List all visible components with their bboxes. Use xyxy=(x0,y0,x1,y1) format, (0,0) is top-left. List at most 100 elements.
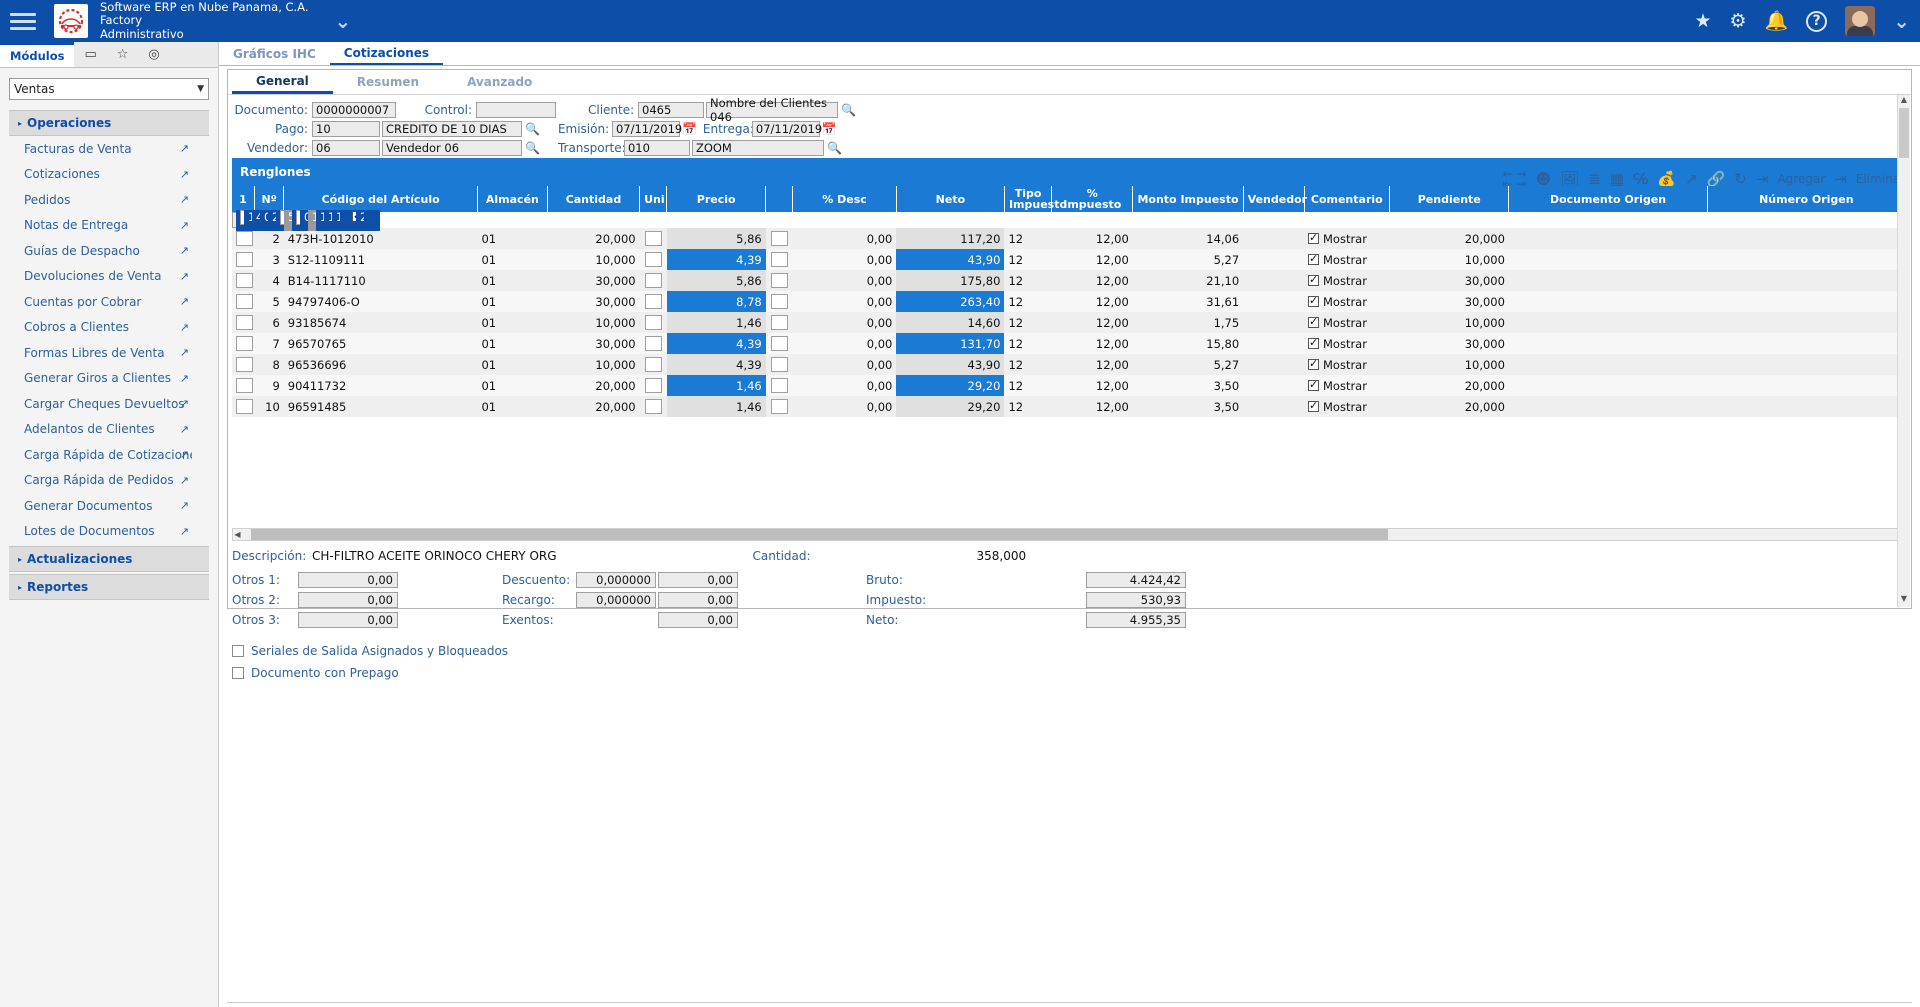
cell-codigo[interactable]: S12-1109111 xyxy=(283,249,478,270)
col-uni[interactable]: Uni xyxy=(639,186,668,212)
grid-horizontal-scrollbar[interactable]: ◀ ▶ xyxy=(232,528,1906,541)
table-row[interactable]: 7 96570765 01 30,000 4,39 0,00 131,70 12 12,00 15… xyxy=(232,333,1906,354)
cell-pct-desc[interactable]: 0,00 xyxy=(792,291,897,312)
tab-general[interactable]: General xyxy=(232,70,333,94)
cell-vendedor[interactable] xyxy=(1243,312,1304,333)
cell-cantidad[interactable]: 10,000 xyxy=(547,249,640,270)
image-icon[interactable]: 🖼 xyxy=(1560,171,1579,187)
tab-avanzado[interactable]: Avanzado xyxy=(443,70,556,94)
cell-uni[interactable] xyxy=(639,375,667,396)
help-icon[interactable]: ? xyxy=(1806,10,1828,32)
sidebar-group-reportes[interactable]: ▸ Reportes xyxy=(9,574,209,600)
sidebar-item-pedidos[interactable]: Pedidos ↗ xyxy=(9,187,209,213)
col-neto[interactable]: Neto xyxy=(896,186,1005,212)
star-icon[interactable]: ★ xyxy=(1694,11,1711,31)
scrollbar-thumb[interactable] xyxy=(251,529,1388,540)
emision-input[interactable]: 07/11/2019 xyxy=(611,120,682,137)
cell-documento-origen[interactable] xyxy=(1508,228,1708,249)
desc-box[interactable] xyxy=(770,378,788,393)
sidebar-item-generar-documentos[interactable]: Generar Documentos ↗ xyxy=(9,493,209,519)
cell-select[interactable] xyxy=(232,291,255,312)
row-select-box[interactable] xyxy=(236,336,253,351)
sidebar-item-generar-giros-a-clientes[interactable]: Generar Giros a Clientes ↗ xyxy=(9,366,209,392)
cell-pct-impuesto[interactable]: 12,00 xyxy=(1051,249,1133,270)
cell-pendiente[interactable]: 20,000 xyxy=(1389,396,1509,417)
prepago-checkbox[interactable] xyxy=(232,667,244,679)
cell-desc-box[interactable] xyxy=(765,396,793,417)
cell-precio[interactable]: 5,86 xyxy=(666,270,766,291)
table-row[interactable]: 2 473H-1012010 01 20,000 5,86 0,00 117,20 12 12,… xyxy=(232,228,1906,249)
cell-pendiente[interactable]: 20,000 xyxy=(1389,375,1509,396)
desc-box[interactable] xyxy=(770,336,788,351)
cell-numero-origen[interactable] xyxy=(1707,270,1906,291)
row-select-box[interactable] xyxy=(236,273,253,288)
cell-numero-origen[interactable] xyxy=(1707,375,1906,396)
cell-numero-origen[interactable] xyxy=(1707,396,1906,417)
scroll-up-arrow-icon[interactable]: ▲ xyxy=(1898,95,1910,108)
comentario-checkbox[interactable] xyxy=(1308,273,1319,286)
desc-box[interactable] xyxy=(770,273,788,288)
cell-pendiente[interactable]: 10,000 xyxy=(1389,312,1509,333)
cell-documento-origen[interactable] xyxy=(1508,375,1708,396)
pago-name-input[interactable]: CREDITO DE 10 DIAS xyxy=(382,120,522,137)
cell-documento-origen[interactable] xyxy=(1508,270,1708,291)
otros2-input[interactable]: 0,00 xyxy=(298,592,398,608)
pago-search-icon[interactable]: 🔍 xyxy=(525,122,540,136)
cell-numero-origen[interactable] xyxy=(1707,291,1906,312)
uni-box[interactable] xyxy=(644,252,662,267)
uni-box[interactable] xyxy=(644,399,662,414)
tab-cotizaciones[interactable]: Cotizaciones xyxy=(329,42,444,65)
cell-cantidad[interactable]: 30,000 xyxy=(547,270,640,291)
col-numero-origen[interactable]: Número Origen xyxy=(1707,186,1906,212)
descuento-value-input[interactable]: 0,00 xyxy=(658,572,738,588)
row-select-box[interactable] xyxy=(236,231,253,246)
transporte-search-icon[interactable]: 🔍 xyxy=(827,141,842,155)
cell-pct-desc[interactable]: 0,00 xyxy=(792,270,897,291)
uni-box[interactable] xyxy=(644,273,662,288)
cliente-name-input[interactable]: Nombre del Clientes 046 xyxy=(706,96,838,124)
panel-vertical-scrollbar[interactable]: ▲ ▼ xyxy=(1897,95,1910,607)
seriales-checkbox-row[interactable]: Seriales de Salida Asignados y Bloqueado… xyxy=(232,640,1906,662)
recargo-pct-input[interactable]: 0,000000 xyxy=(576,592,656,608)
cell-almacen[interactable]: 01 xyxy=(477,228,548,249)
cell-pct-desc[interactable]: 0,00 xyxy=(792,333,897,354)
cell-pct-impuesto[interactable]: 12,00 xyxy=(324,209,332,231)
cell-pendiente[interactable]: 20,000 xyxy=(356,209,364,231)
sidebar-tab-modulos[interactable]: Módulos xyxy=(0,42,75,67)
comentario-checkbox[interactable] xyxy=(1308,399,1319,412)
cell-numero[interactable]: 6 xyxy=(254,312,284,333)
col-monto-impuesto[interactable]: Monto Impuesto xyxy=(1132,186,1244,212)
cell-comentario[interactable]: Mostrar xyxy=(1304,312,1390,333)
cell-codigo[interactable]: 90411732 xyxy=(283,375,478,396)
prepago-checkbox-row[interactable]: Documento con Prepago xyxy=(232,662,1906,684)
comentario-checkbox[interactable] xyxy=(1308,252,1319,265)
cliente-code-input[interactable]: 0465 xyxy=(638,101,704,118)
exentos-input[interactable]: 0,00 xyxy=(658,612,738,628)
descuento-pct-input[interactable]: 0,000000 xyxy=(576,572,656,588)
recargo-value-input[interactable]: 0,00 xyxy=(658,592,738,608)
cell-numero-origen[interactable] xyxy=(1707,354,1906,375)
cell-desc-box[interactable] xyxy=(765,312,793,333)
cell-monto-impuesto[interactable]: 5,27 xyxy=(1132,354,1244,375)
cell-numero[interactable]: 7 xyxy=(254,333,284,354)
impuesto-input[interactable]: 530,93 xyxy=(1086,592,1186,608)
cell-desc-box[interactable] xyxy=(765,291,793,312)
cell-uni[interactable] xyxy=(639,249,667,270)
cell-neto[interactable]: 263,40 xyxy=(896,291,1005,312)
cell-pct-impuesto[interactable]: 12,00 xyxy=(1051,291,1133,312)
cell-pct-desc[interactable]: 0,00 xyxy=(792,354,897,375)
cell-vendedor[interactable] xyxy=(1243,270,1304,291)
col-cantidad[interactable]: Cantidad xyxy=(547,186,641,212)
cell-numero[interactable]: 9 xyxy=(254,375,284,396)
cell-vendedor[interactable] xyxy=(1243,396,1304,417)
col-blank[interactable] xyxy=(765,186,794,212)
row-select-box[interactable] xyxy=(236,378,253,393)
cell-codigo[interactable]: 96591485 xyxy=(283,396,478,417)
uni-box[interactable] xyxy=(644,294,662,309)
cell-pendiente[interactable]: 10,000 xyxy=(1389,249,1509,270)
sidebar-item-cobros-a-clientes[interactable]: Cobros a Clientes ↗ xyxy=(9,315,209,341)
cell-monto-impuesto[interactable]: 14,06 xyxy=(1132,228,1244,249)
table-row[interactable]: 10 96591485 01 20,000 1,46 0,00 29,20 12 12,00 3,… xyxy=(232,396,1906,417)
cell-uni[interactable] xyxy=(639,333,667,354)
cell-documento-origen[interactable] xyxy=(1508,396,1708,417)
